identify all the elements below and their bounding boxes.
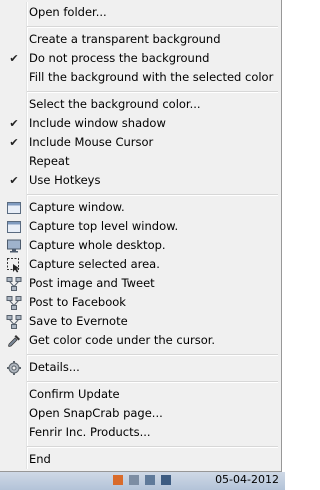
menu-item-label: Open SnapCrab page... xyxy=(29,406,163,420)
menu-item-include-cursor[interactable]: ✔ Include Mouse Cursor xyxy=(2,133,278,152)
tray-app-icon[interactable] xyxy=(128,474,140,486)
menu-item-save-evernote[interactable]: Save to Evernote xyxy=(2,312,278,331)
menu-item-label: Capture window. xyxy=(29,200,125,214)
share-icon xyxy=(2,293,26,312)
tray-app-icon[interactable] xyxy=(144,474,156,486)
tray-app-icon[interactable] xyxy=(160,474,172,486)
menu-item-capture-window[interactable]: Capture window. xyxy=(2,198,278,217)
checkmark-icon: ✔ xyxy=(9,117,19,130)
eyedropper-icon xyxy=(2,331,26,350)
menu-item-label: Do not process the background xyxy=(29,51,210,65)
taskbar: 05-04-2012 xyxy=(0,472,285,490)
menu-item-label: Open folder... xyxy=(29,5,107,19)
menu-item-get-color[interactable]: Get color code under the cursor. xyxy=(2,331,278,350)
menu-item-use-hotkeys[interactable]: ✔ Use Hotkeys xyxy=(2,171,278,190)
menu-item-details[interactable]: Details... xyxy=(2,358,278,377)
menu-item-end[interactable]: End xyxy=(2,450,278,469)
menu-item-post-facebook[interactable]: Post to Facebook xyxy=(2,293,278,312)
menu-item-create-transparent[interactable]: Create a transparent background xyxy=(2,30,278,49)
menu-item-label: Include Mouse Cursor xyxy=(29,135,154,149)
menu-item-label: Post to Facebook xyxy=(29,295,126,309)
menu-item-label: Save to Evernote xyxy=(29,314,128,328)
menu-item-capture-desktop[interactable]: Capture whole desktop. xyxy=(2,236,278,255)
menu-item-post-tweet[interactable]: Post image and Tweet xyxy=(2,274,278,293)
window-icon xyxy=(2,217,26,236)
menu-separator xyxy=(27,26,278,27)
menu-separator xyxy=(27,446,278,447)
menu-separator xyxy=(27,91,278,92)
menu-item-label: End xyxy=(29,452,51,466)
menu-item-label: Post image and Tweet xyxy=(29,276,155,290)
menu-item-label: Repeat xyxy=(29,154,70,168)
menu-item-label: Include window shadow xyxy=(29,116,166,130)
menu-item-label: Fenrir Inc. Products... xyxy=(29,425,151,439)
menu-item-capture-area[interactable]: Capture selected area. xyxy=(2,255,278,274)
tray-app-icon[interactable] xyxy=(112,474,124,486)
menu-separator xyxy=(27,381,278,382)
menu-item-do-not-process[interactable]: ✔ Do not process the background xyxy=(2,49,278,68)
menu-item-fill-background[interactable]: Fill the background with the selected co… xyxy=(2,68,278,87)
menu-item-open-page[interactable]: Open SnapCrab page... xyxy=(2,404,278,423)
monitor-icon xyxy=(2,236,26,255)
checkmark-icon: ✔ xyxy=(9,52,19,65)
taskbar-date: 05-04-2012 xyxy=(215,473,279,486)
menu-item-label: Fill the background with the selected co… xyxy=(29,70,274,84)
menu-item-fenrir-products[interactable]: Fenrir Inc. Products... xyxy=(2,423,278,442)
menu-item-select-bg-color[interactable]: Select the background color... xyxy=(2,95,278,114)
menu-item-label: Use Hotkeys xyxy=(29,173,101,187)
menu-item-label: Select the background color... xyxy=(29,97,201,111)
window-icon xyxy=(2,198,26,217)
selection-icon xyxy=(2,255,26,274)
menu-item-open-folder[interactable]: Open folder... xyxy=(2,3,278,22)
menu-item-confirm-update[interactable]: Confirm Update xyxy=(2,385,278,404)
menu-item-repeat[interactable]: Repeat xyxy=(2,152,278,171)
menu-item-include-shadow[interactable]: ✔ Include window shadow xyxy=(2,114,278,133)
menu-item-label: Confirm Update xyxy=(29,387,120,401)
menu-item-label: Create a transparent background xyxy=(29,32,221,46)
menu-separator xyxy=(27,194,278,195)
checkmark-icon: ✔ xyxy=(9,136,19,149)
checkmark-icon: ✔ xyxy=(9,174,19,187)
gear-icon xyxy=(2,358,26,377)
menu-item-label: Capture whole desktop. xyxy=(29,238,166,252)
menu-item-label: Capture top level window. xyxy=(29,219,179,233)
menu-item-capture-top-level[interactable]: Capture top level window. xyxy=(2,217,278,236)
share-icon xyxy=(2,312,26,331)
menu-item-label: Details... xyxy=(29,360,80,374)
share-icon xyxy=(2,274,26,293)
context-menu: Open folder... Create a transparent back… xyxy=(0,0,282,472)
menu-item-label: Capture selected area. xyxy=(29,257,160,271)
menu-item-label: Get color code under the cursor. xyxy=(29,333,216,347)
menu-separator xyxy=(27,354,278,355)
